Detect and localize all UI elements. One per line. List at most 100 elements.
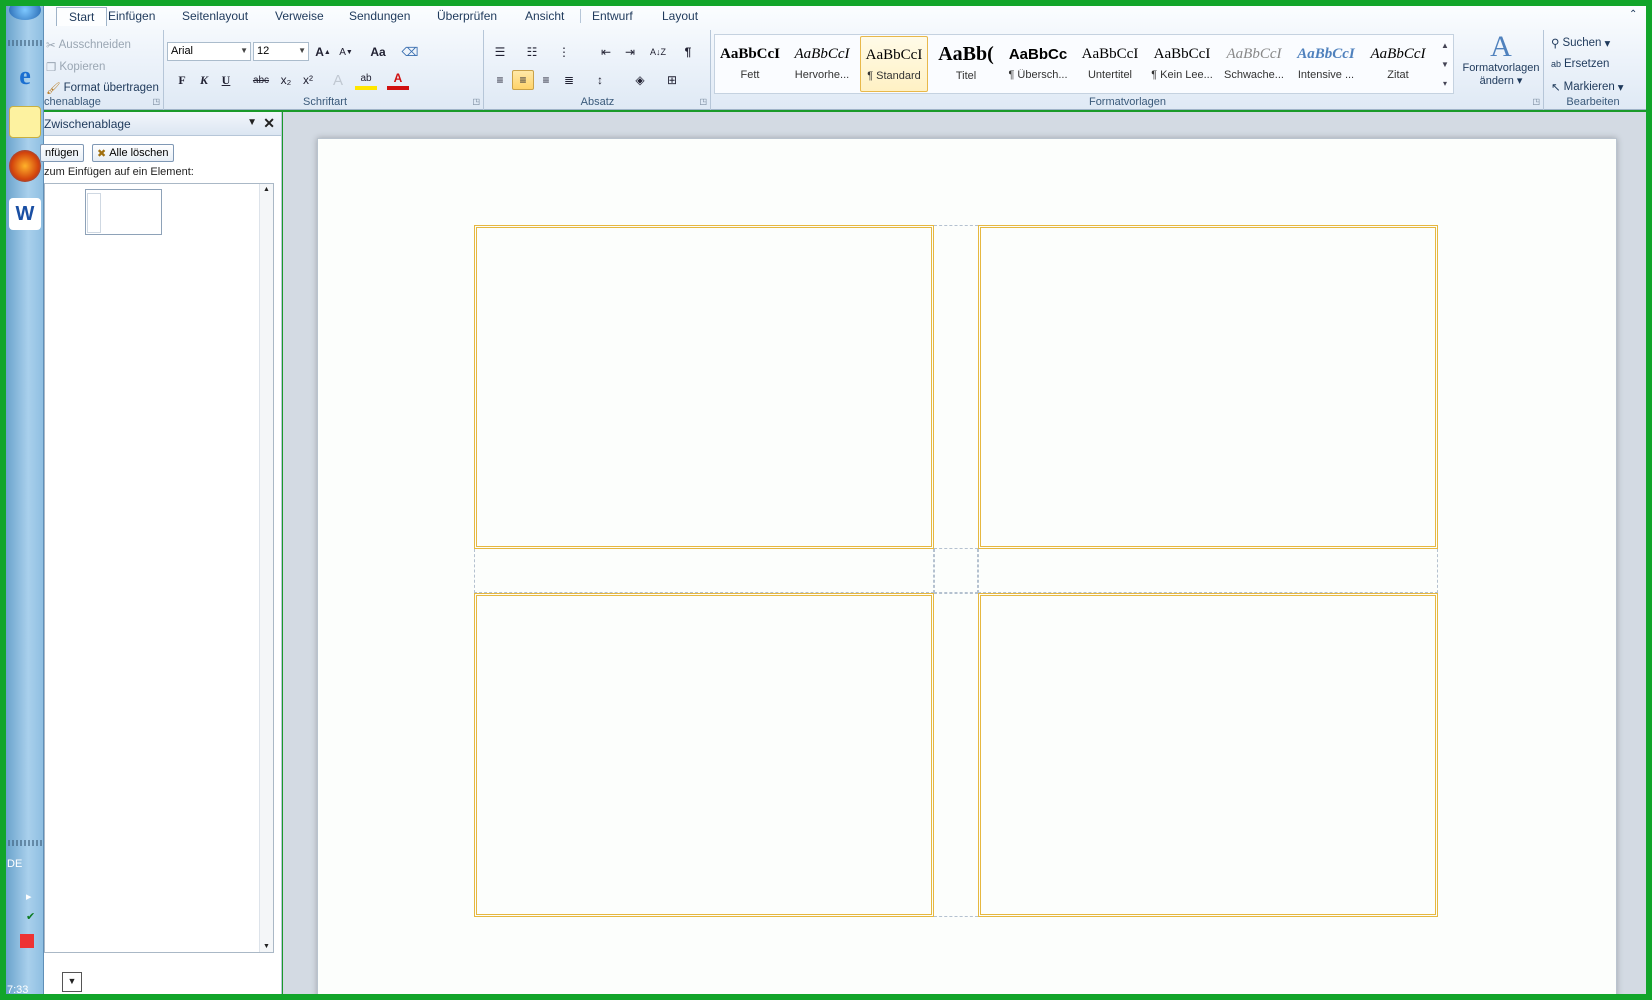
row-gap-center[interactable] [934,549,978,593]
decrease-indent-icon[interactable]: ⇤ [595,42,617,62]
style-titel[interactable]: AaBb(Titel [932,36,1000,92]
style-standard[interactable]: AaBbCcI ¶ Standard [860,36,928,92]
scroll-down-icon[interactable]: ▼ [260,943,273,950]
align-left-icon[interactable]: ≡ [489,70,511,90]
style-schwache-hervorhebung[interactable]: AaBbCcI Schwache... [1220,36,1288,92]
bold-button[interactable]: F [171,70,193,90]
taskbar-grip[interactable] [8,40,42,46]
style-zitat[interactable]: AaBbCcI Zitat [1364,36,1432,92]
document-page[interactable] [317,138,1617,1000]
format-painter-button[interactable]: 🖌 Format übertragen [46,81,159,95]
change-styles-button[interactable]: A Formatvorlagen ändern ▾ [1460,32,1542,88]
shrink-font-button[interactable]: A ▼ [335,42,357,62]
close-icon[interactable]: ✕ [263,115,275,132]
firefox-icon[interactable] [9,150,41,182]
tab-einfuegen[interactable]: Einfügen [108,7,155,26]
taskbar-grip-lower[interactable] [8,840,42,846]
sort-button[interactable]: A↓Z [647,42,669,62]
clipboard-pane-hint: zum Einfügen auf ein Element: [44,166,194,178]
font-color-icon: A [393,71,403,85]
security-icon[interactable]: ✔ [26,910,35,923]
pane-options-icon[interactable]: ▼ [247,117,257,128]
style-untertitel[interactable]: AaBbCcI Untertitel [1076,36,1144,92]
styles-group: AaBbCcI Fett AaBbCcI Hervorhe... AaBbCcI ¶ … [712,30,1544,110]
justify-icon[interactable]: ≣ [558,70,580,90]
clear-all-button[interactable]: ✖ Alle löschen [92,144,174,162]
row-gap-right[interactable] [978,549,1438,593]
network-icon[interactable] [20,934,34,948]
tray-arrow-icon[interactable]: ▸ [26,890,32,903]
cut-button[interactable]: ✂ Ausschneiden [46,38,131,52]
tab-ansicht[interactable]: Ansicht [525,7,564,26]
styles-launcher-icon[interactable]: ◳ [1532,97,1540,106]
label-cell-bottom-left[interactable] [474,593,934,917]
pane-options-dropdown[interactable]: ▼ [62,972,82,992]
font-group: Arial ▼ 12 ▼ A ▲ A ▼ Aa ⌫ F K U abc x₂ x² A … [167,30,484,110]
font-name-value: Arial [171,45,194,57]
shading-icon[interactable]: ◈ [629,70,651,90]
copy-button[interactable]: ❐ Kopieren [46,60,105,74]
tab-entwurf[interactable]: Entwurf [592,7,633,26]
numbering-icon[interactable]: ☷ [521,42,543,62]
word-icon[interactable]: W [9,198,41,230]
column-gap-top[interactable] [934,225,978,549]
label-cell-bottom-right[interactable] [978,593,1438,917]
font-name-combo[interactable]: Arial ▼ [167,42,251,61]
bullets-icon[interactable]: ☰ [489,42,511,62]
grow-font-button[interactable]: A ▲ [312,42,334,62]
borders-icon[interactable]: ⊞ [661,70,683,90]
style-fett[interactable]: AaBbCcI Fett [716,36,784,92]
change-case-button[interactable]: Aa [363,42,393,62]
text-effects-icon[interactable]: A [327,70,349,90]
style-kein-leerraum[interactable]: AaBbCcI ¶ Kein Lee... [1148,36,1216,92]
gallery-scroll[interactable]: ▲ ▼ ▾ [1438,36,1452,94]
show-formatting-button[interactable]: ¶ [677,42,699,62]
font-color-button[interactable]: A [387,70,409,90]
tab-seitenlayout[interactable]: Seitenlayout [182,7,248,26]
help-chevron-icon[interactable]: ⌃ [1629,7,1637,26]
highlight-button[interactable]: ab [355,70,377,90]
style-ueberschrift[interactable]: AaBbCc ¶ Übersch... [1004,36,1072,92]
column-gap-bottom[interactable] [934,593,978,917]
scroll-up-icon[interactable]: ▲ [260,186,273,193]
superscript-button[interactable]: x² [297,70,319,90]
label-cell-top-right[interactable] [978,225,1438,549]
increase-indent-icon[interactable]: ⇥ [619,42,641,62]
find-button[interactable]: ⚲ Suchen ▾ [1551,36,1610,50]
align-center-icon[interactable]: ≡ [512,70,534,90]
pane-scrollbar[interactable]: ▲ ▼ [259,184,273,952]
multilevel-list-icon[interactable]: ⋮ [553,42,575,62]
replace-button[interactable]: ab Ersetzen [1551,58,1609,70]
tab-sendungen[interactable]: Sendungen [349,7,410,26]
row-gap-left[interactable] [474,549,934,593]
tab-ueberpruefen[interactable]: Überprüfen [437,7,497,26]
font-launcher-icon[interactable]: ◳ [472,97,480,106]
tab-verweise[interactable]: Verweise [275,7,324,26]
grow-font-icon: A [315,45,324,59]
style-hervorhebung[interactable]: AaBbCcI Hervorhe... [788,36,856,92]
clock[interactable]: 7:33 [7,984,28,996]
internet-explorer-icon[interactable]: e [9,60,41,92]
align-right-icon[interactable]: ≡ [535,70,557,90]
notepad-icon[interactable] [9,106,41,138]
select-button[interactable]: ↖ Markieren ▾ [1551,80,1624,94]
italic-button[interactable]: K [193,70,215,90]
subscript-button[interactable]: x₂ [275,70,297,90]
language-indicator[interactable]: DE [7,858,22,870]
paste-all-button[interactable]: nfügen [40,144,84,162]
clipboard-item[interactable] [85,189,162,235]
strikethrough-button[interactable]: abc [247,70,275,90]
label-cell-top-left[interactable] [474,225,934,549]
clipboard-launcher-icon[interactable]: ◳ [152,97,160,106]
clear-formatting-icon[interactable]: ⌫ [399,42,421,62]
paste-all-label: nfügen [45,147,79,159]
underline-button[interactable]: U [215,70,237,90]
font-size-combo[interactable]: 12 ▼ [253,42,309,61]
windows-start-icon[interactable] [9,0,41,20]
shrink-font-icon: A [339,46,346,58]
tab-layout[interactable]: Layout [662,7,698,26]
paragraph-launcher-icon[interactable]: ◳ [699,97,707,106]
style-intensive-hervorhebung[interactable]: AaBbCcI Intensive ... [1292,36,1360,92]
tab-start[interactable]: Start [56,7,108,26]
line-spacing-icon[interactable]: ↕ [589,70,611,90]
